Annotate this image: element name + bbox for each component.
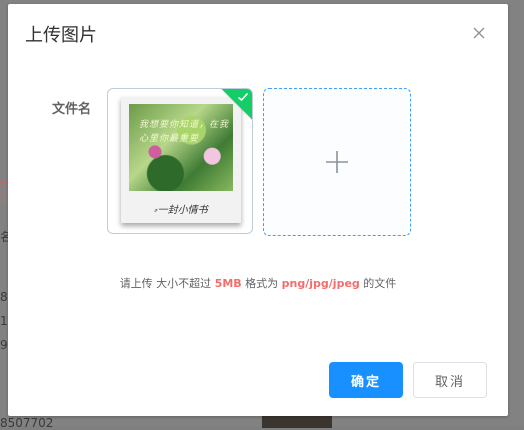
cancel-button[interactable]: 取消 [413, 362, 487, 398]
hint-suffix: 的文件 [359, 277, 397, 290]
photo-handwriting: 我想要你知道，在我心里你最重要 [139, 120, 230, 144]
form-label: 文件名 [52, 102, 92, 117]
hint-size-limit: 5MB [214, 277, 242, 290]
close-icon[interactable] [470, 24, 488, 42]
photo-caption: ⸗一封小情书 [154, 205, 208, 216]
dialog-title: 上传图片 [25, 25, 97, 46]
upload-trigger[interactable] [263, 88, 411, 236]
upload-dialog: 上传图片 文件名 我想要你知道，在我心里你最重要 ⸗一封小情书 请上传 大小不超… [8, 4, 508, 416]
confirm-button[interactable]: 确定 [329, 362, 403, 398]
plus-icon [326, 151, 348, 173]
background-text: 1 [0, 314, 8, 328]
uploaded-image-thumbnail: 我想要你知道，在我心里你最重要 ⸗一封小情书 [121, 97, 241, 223]
background-text: 8 [0, 290, 8, 304]
hint-prefix: 请上传 大小不超过 [119, 277, 215, 290]
background-thumbnail [262, 416, 332, 428]
background-text: 8507702 [0, 416, 54, 430]
hint-formats: png/jpg/jpeg [281, 277, 360, 290]
uploaded-image-card[interactable]: 我想要你知道，在我心里你最重要 ⸗一封小情书 [107, 88, 253, 234]
upload-hint: 请上传 大小不超过 5MB 格式为 png/jpg/jpeg 的文件 [8, 275, 508, 291]
hint-mid: 格式为 [241, 277, 282, 290]
check-icon [237, 92, 249, 102]
photo-image: 我想要你知道，在我心里你最重要 [129, 104, 233, 191]
